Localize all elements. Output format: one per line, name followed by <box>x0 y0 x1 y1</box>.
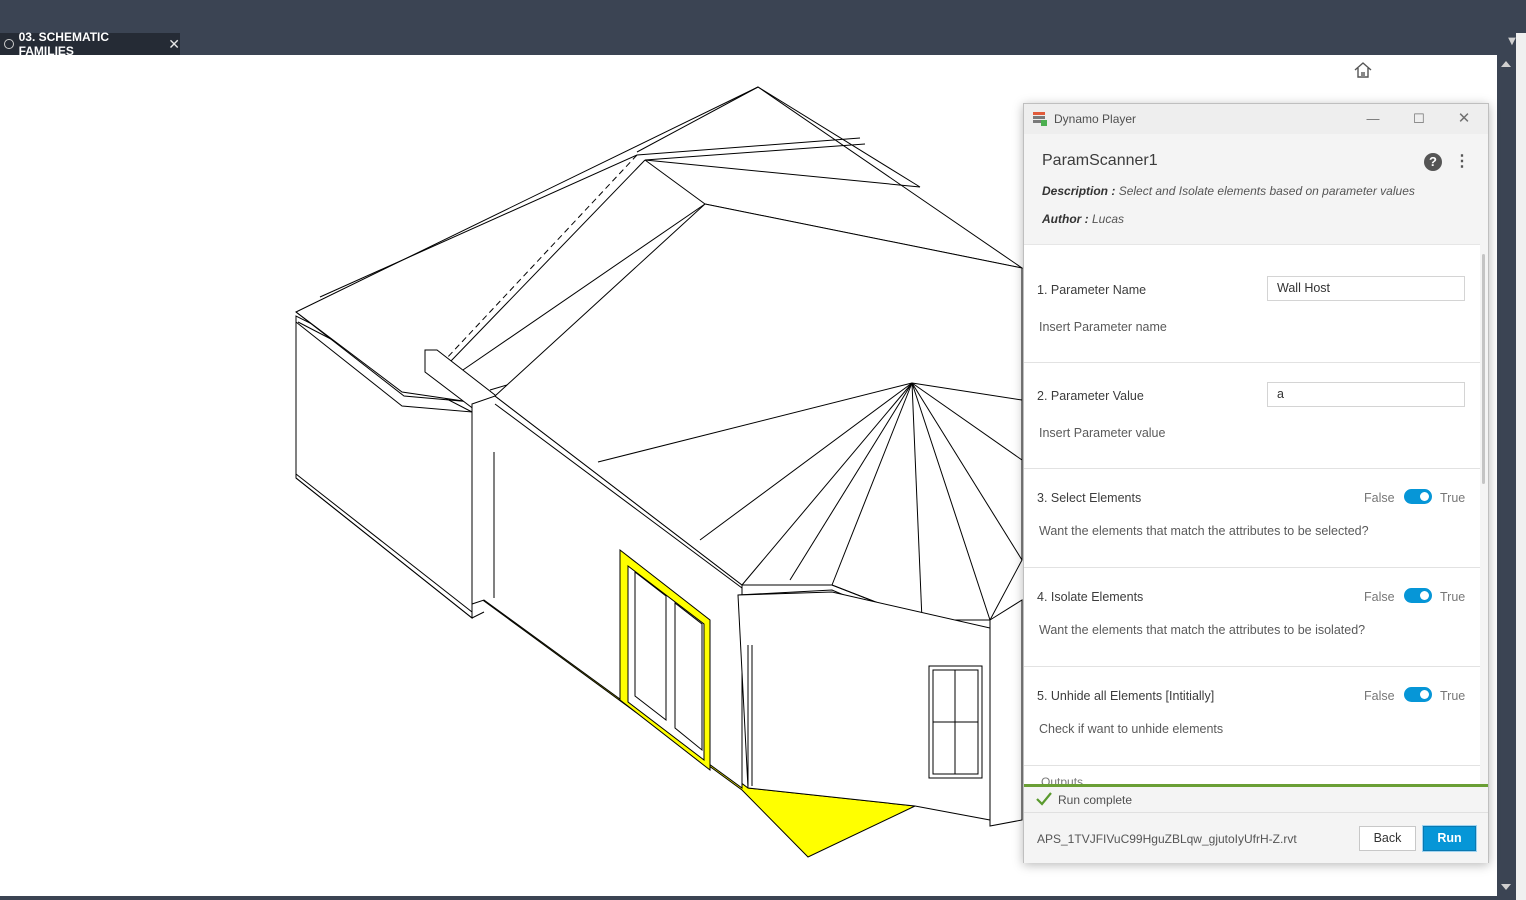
status-bar <box>0 896 1497 900</box>
input-label: 4. Isolate Elements <box>1037 590 1144 604</box>
player-footer: APS_1TVJFIVuC99HguZBLqw_gjutoIyUfrH-Z.rv… <box>1024 812 1488 863</box>
select-elements-toggle[interactable] <box>1404 489 1432 504</box>
toggle-false-label: False <box>1364 491 1395 505</box>
dynamo-app-icon <box>1033 112 1047 126</box>
window-title: Dynamo Player <box>1054 112 1137 126</box>
input-row: 5. Unhide all Elements [Intitially] Fals… <box>1024 667 1480 766</box>
input-label: 5. Unhide all Elements [Intitially] <box>1037 689 1215 703</box>
window-edge <box>1516 33 1526 900</box>
maximize-icon[interactable]: ☐ <box>1410 110 1428 128</box>
viewport-scrollbar[interactable] <box>1497 55 1516 900</box>
model-file-name: APS_1TVJFIVuC99HguZBLqw_gjutoIyUfrH-Z.rv… <box>1037 832 1297 846</box>
unhide-elements-toggle[interactable] <box>1404 687 1432 702</box>
view-tab-label: 03. SCHEMATIC FAMILIES <box>18 30 110 58</box>
titlebar[interactable]: Dynamo Player — ☐ ✕ <box>1024 104 1488 134</box>
input-description: Want the elements that match the attribu… <box>1039 524 1369 538</box>
ribbon-strip <box>0 0 1526 34</box>
input-row: 1. Parameter Name Wall Host Insert Param… <box>1024 245 1480 363</box>
graph-author: Author : Lucas <box>1042 212 1125 226</box>
close-icon[interactable]: ✕ <box>1455 110 1473 128</box>
toggle-true-label: True <box>1440 689 1466 703</box>
input-row: 2. Parameter Value a Insert Parameter va… <box>1024 363 1480 469</box>
graph-name: ParamScanner1 <box>1042 152 1158 169</box>
back-button[interactable]: Back <box>1359 826 1416 851</box>
input-label: 2. Parameter Value <box>1037 389 1144 403</box>
view-3d-icon <box>4 39 14 49</box>
view-tab-bar: 03. SCHEMATIC FAMILIES ✕ ▼ <box>0 30 1526 58</box>
home-icon[interactable] <box>1354 62 1372 78</box>
input-description: Insert Parameter value <box>1039 426 1166 440</box>
scroll-down-icon[interactable] <box>1501 884 1511 890</box>
input-row: 3. Select Elements False True Want the e… <box>1024 469 1480 568</box>
toggle-knob <box>1420 690 1429 699</box>
help-icon[interactable]: ? <box>1424 153 1442 171</box>
input-description: Want the elements that match the attribu… <box>1039 623 1366 637</box>
run-button[interactable]: Run <box>1423 826 1476 851</box>
graph-description: Description : Select and Isolate element… <box>1042 184 1415 198</box>
check-icon <box>1036 792 1052 806</box>
more-options-icon[interactable]: ⋮ <box>1454 152 1470 172</box>
parameter-value-input[interactable]: a <box>1267 382 1465 407</box>
toggle-knob <box>1420 591 1429 600</box>
input-description: Insert Parameter name <box>1039 320 1167 334</box>
inputs-list[interactable]: 1. Parameter Name Wall Host Insert Param… <box>1024 244 1480 785</box>
toggle-false-label: False <box>1364 590 1395 604</box>
toggle-false-label: False <box>1364 689 1395 703</box>
toggle-knob <box>1420 492 1429 501</box>
isolate-elements-toggle[interactable] <box>1404 588 1432 603</box>
input-label: 1. Parameter Name <box>1037 283 1147 297</box>
input-label: 3. Select Elements <box>1037 491 1142 505</box>
list-scrollbar[interactable] <box>1482 254 1485 484</box>
input-row: 4. Isolate Elements False True Want the … <box>1024 568 1480 667</box>
toggle-true-label: True <box>1440 590 1466 604</box>
input-description: Check if want to unhide elements <box>1039 722 1224 736</box>
scroll-up-icon[interactable] <box>1501 61 1511 67</box>
close-icon[interactable]: ✕ <box>168 36 180 53</box>
run-status-text: Run complete <box>1058 793 1133 807</box>
run-status-bar: Run complete <box>1024 784 1488 812</box>
dynamo-player-window: Dynamo Player — ☐ ✕ ParamScanner1 ? ⋮ De… <box>1023 103 1489 863</box>
graph-header: ParamScanner1 ? ⋮ Description : Select a… <box>1024 134 1488 244</box>
toggle-true-label: True <box>1440 491 1466 505</box>
parameter-name-input[interactable]: Wall Host <box>1267 276 1465 301</box>
view-tab[interactable]: 03. SCHEMATIC FAMILIES ✕ <box>0 30 180 58</box>
minimize-icon[interactable]: — <box>1364 110 1382 128</box>
